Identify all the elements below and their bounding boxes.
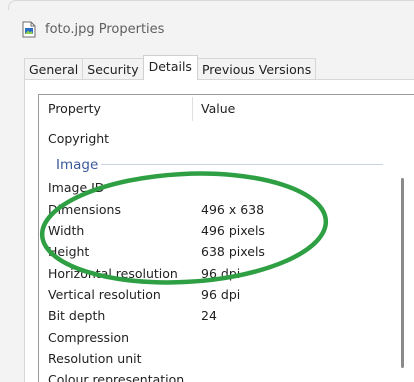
property-name: Copyright (48, 131, 110, 146)
details-list[interactable]: Property Value Copyright Image Image ID … (38, 94, 414, 382)
property-value: 638 pixels (201, 244, 265, 259)
list-item-dimensions[interactable]: Dimensions 496 x 638 (39, 199, 399, 220)
properties-window: foto.jpg Properties General Security Det… (0, 0, 414, 382)
property-name: Image ID (48, 180, 105, 195)
tab-security[interactable]: Security (82, 58, 144, 80)
column-header-value[interactable]: Value (201, 95, 235, 123)
property-name: Dimensions (48, 202, 121, 217)
tab-details[interactable]: Details (142, 55, 198, 80)
property-name: Compression (48, 330, 130, 345)
tab-strip: General Security Details Previous Versio… (24, 55, 317, 80)
list-item-width[interactable]: Width 496 pixels (39, 220, 399, 241)
property-name: Vertical resolution (48, 287, 161, 302)
property-name: Bit depth (48, 308, 106, 323)
list-item-height[interactable]: Height 638 pixels (39, 241, 399, 262)
list-item-compression[interactable]: Compression (39, 327, 399, 348)
list-header: Property Value (39, 95, 414, 123)
column-header-property[interactable]: Property (48, 95, 101, 123)
property-name: Height (48, 244, 90, 259)
tab-previous-versions[interactable]: Previous Versions (196, 58, 317, 80)
property-name: Colour representation (48, 372, 185, 382)
property-value: 24 (201, 308, 217, 323)
list-item-vertical-resolution[interactable]: Vertical resolution 96 dpi (39, 284, 399, 305)
window-title: foto.jpg Properties (45, 21, 165, 37)
vertical-scrollbar[interactable] (398, 108, 406, 382)
list-item-bit-depth[interactable]: Bit depth 24 (39, 305, 399, 326)
group-divider (101, 164, 383, 165)
list-item-horizontal-resolution[interactable]: Horizontal resolution 96 dpi (39, 263, 399, 284)
property-value: 496 x 638 (201, 202, 265, 217)
property-value: 96 dpi (201, 287, 241, 302)
property-name: Resolution unit (48, 351, 142, 366)
property-value: 496 pixels (201, 223, 265, 238)
property-name: Horizontal resolution (48, 266, 178, 281)
tab-general[interactable]: General (24, 58, 84, 80)
group-header-image: Image (39, 155, 414, 175)
list-item-colour-representation[interactable]: Colour representation (39, 369, 399, 382)
property-value: 96 dpi (201, 266, 241, 281)
column-divider[interactable] (192, 97, 193, 121)
list-item-image-id[interactable]: Image ID (39, 177, 399, 198)
title-bar: foto.jpg Properties (22, 18, 164, 40)
property-name: Width (48, 223, 85, 238)
group-label: Image (56, 157, 99, 173)
list-item-copyright[interactable]: Copyright (39, 128, 399, 149)
image-file-icon (22, 21, 36, 37)
list-item-resolution-unit[interactable]: Resolution unit (39, 348, 399, 369)
scrollbar-thumb[interactable] (401, 178, 404, 368)
